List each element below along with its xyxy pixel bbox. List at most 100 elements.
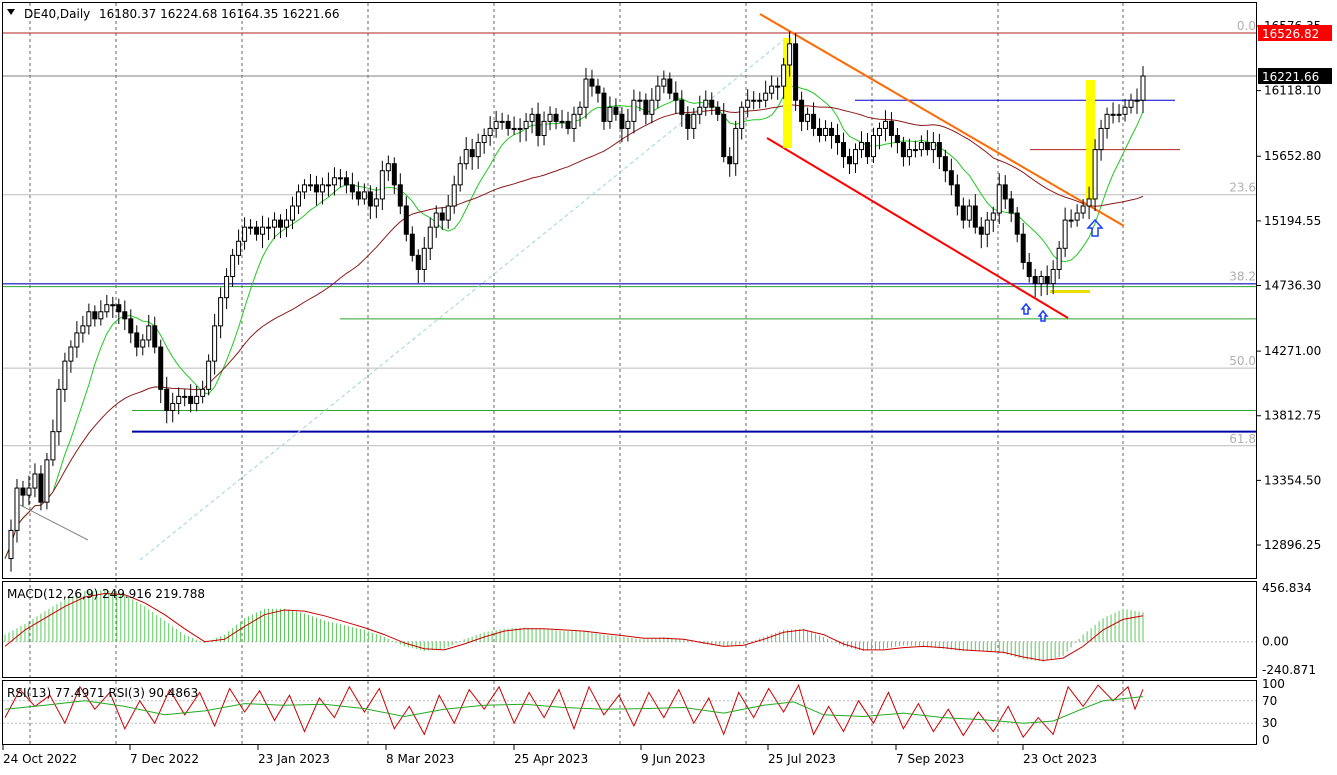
candle-body bbox=[1074, 212, 1080, 221]
candle-body bbox=[805, 113, 811, 122]
candle-body bbox=[930, 142, 936, 151]
candle-body bbox=[397, 184, 403, 207]
candle-body bbox=[367, 191, 373, 207]
candle-body bbox=[1110, 113, 1116, 116]
rsi-tick-label: 70 bbox=[1262, 694, 1277, 708]
candle-body bbox=[589, 78, 595, 87]
ohlc-values: 16180.37 16224.68 16164.35 16221.66 bbox=[99, 7, 339, 21]
candle-body bbox=[727, 156, 733, 165]
candle-body bbox=[457, 163, 463, 186]
candle-body bbox=[745, 99, 751, 108]
candle-body bbox=[912, 149, 918, 152]
macd-label: MACD(12,26,9) 249.916 219.788 bbox=[7, 587, 205, 601]
candle bbox=[793, 33, 799, 111]
candle-body bbox=[80, 325, 86, 334]
candle-body bbox=[990, 212, 996, 221]
candle-body bbox=[595, 85, 601, 94]
candle-body bbox=[715, 106, 721, 115]
candle-body bbox=[487, 127, 493, 136]
candle-body bbox=[331, 177, 337, 186]
candle-body bbox=[559, 120, 565, 123]
candle-body bbox=[691, 113, 697, 129]
candle-body bbox=[661, 78, 667, 87]
candle-body bbox=[823, 127, 829, 136]
candle-body bbox=[427, 226, 433, 249]
candle-body bbox=[379, 170, 385, 200]
candle-body bbox=[1008, 198, 1014, 214]
candle-body bbox=[140, 339, 146, 348]
rsi-tick-label: 0 bbox=[1262, 733, 1270, 747]
candle-body bbox=[643, 99, 649, 115]
candle-body bbox=[1014, 212, 1020, 235]
candle-body bbox=[1020, 233, 1026, 263]
candle-body bbox=[433, 212, 439, 228]
date-tick-label: 23 Oct 2023 bbox=[1023, 752, 1097, 766]
candle-body bbox=[996, 184, 1002, 214]
date-tick-label: 9 Jun 2023 bbox=[641, 752, 706, 766]
candle-body bbox=[900, 142, 906, 158]
macd-tick-label: -240.871 bbox=[1262, 663, 1316, 677]
candle-body bbox=[122, 311, 128, 320]
date-tick-label: 7 Sep 2023 bbox=[896, 752, 964, 766]
candle-body bbox=[535, 113, 541, 136]
candle-body bbox=[50, 431, 56, 461]
candle-body bbox=[56, 388, 62, 433]
candle-body bbox=[607, 106, 613, 122]
candle-body bbox=[337, 177, 343, 180]
candle-body bbox=[757, 99, 763, 102]
candle-body bbox=[565, 120, 571, 129]
candle-body bbox=[1134, 99, 1140, 102]
candle-body bbox=[74, 332, 80, 348]
candle-body bbox=[38, 473, 44, 503]
candle-body bbox=[577, 106, 583, 115]
fib-level-label: 61.8 bbox=[1229, 432, 1256, 446]
candle-body bbox=[1086, 198, 1092, 207]
candle-body bbox=[918, 142, 924, 151]
candle-body bbox=[811, 113, 817, 129]
candle-body bbox=[164, 388, 170, 411]
candle-body bbox=[1026, 261, 1032, 278]
candle-body bbox=[469, 149, 475, 158]
candle-body bbox=[1092, 149, 1098, 200]
date-tick-label: 8 Mar 2023 bbox=[386, 752, 454, 766]
candle-body bbox=[86, 311, 92, 327]
candle-body bbox=[870, 134, 876, 158]
candle-body bbox=[391, 163, 397, 186]
candle-body bbox=[278, 219, 284, 228]
trading-chart[interactable]: 0.023.638.250.061.8 16576.3516118.101565… bbox=[0, 0, 1337, 771]
candle-body bbox=[1128, 99, 1134, 108]
candle-body bbox=[493, 120, 499, 129]
rsi-tick-label: 100 bbox=[1262, 677, 1285, 691]
candle-body bbox=[134, 332, 140, 348]
candle-body bbox=[200, 388, 206, 397]
candle-body bbox=[206, 360, 212, 390]
candle-body bbox=[942, 156, 948, 172]
candle-body bbox=[8, 529, 14, 560]
candle-body bbox=[1104, 113, 1110, 129]
candle-body bbox=[697, 106, 703, 115]
candle-body bbox=[128, 318, 134, 334]
candle-body bbox=[601, 92, 607, 122]
candle-body bbox=[858, 142, 864, 151]
candle-body bbox=[349, 184, 355, 193]
candle-body bbox=[355, 191, 361, 200]
candle-body bbox=[385, 163, 391, 172]
price-tick-label: 13812.75 bbox=[1264, 409, 1321, 423]
candle-body bbox=[32, 473, 38, 489]
date-tick-label: 23 Jan 2023 bbox=[258, 752, 330, 766]
macd-tick-label: 456.834 bbox=[1262, 581, 1312, 595]
price-label-text: 16221.66 bbox=[1262, 70, 1319, 84]
candle-body bbox=[242, 226, 248, 242]
date-tick-label: 24 Oct 2022 bbox=[3, 752, 77, 766]
candle-body bbox=[613, 106, 619, 115]
candle-body bbox=[751, 99, 757, 102]
candle-body bbox=[894, 134, 900, 144]
symbol-label: DE40,Daily bbox=[24, 7, 90, 21]
candle-body bbox=[254, 226, 260, 235]
candle-body bbox=[343, 177, 349, 186]
candle bbox=[44, 452, 50, 510]
candle-body bbox=[110, 304, 116, 307]
candle-body bbox=[1098, 127, 1104, 151]
candle-body bbox=[625, 120, 631, 129]
candle-body bbox=[325, 184, 331, 187]
